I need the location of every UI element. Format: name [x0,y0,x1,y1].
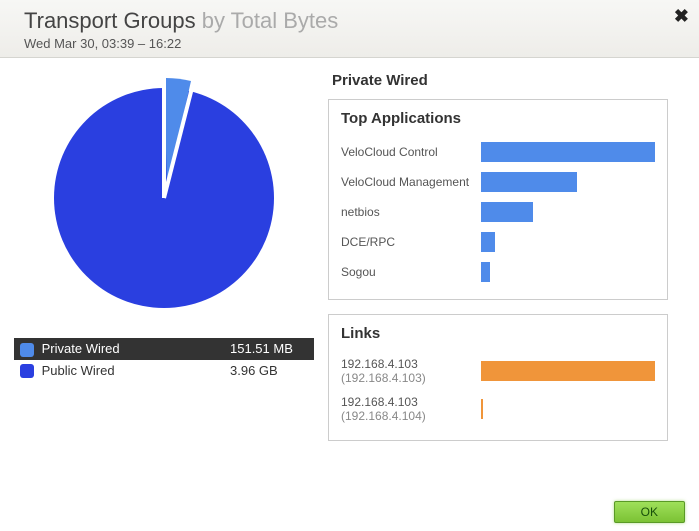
bar-track [481,361,655,381]
pie-chart[interactable] [14,68,314,338]
swatch-icon [20,343,34,357]
bar-track [481,142,655,162]
bar-row[interactable]: 192.168.4.103(192.168.4.104) [341,390,655,428]
bar-label: netbios [341,205,481,219]
bar-track [481,232,655,252]
bar-track [481,262,655,282]
title-main: Transport Groups [24,8,196,33]
legend-row-selected[interactable]: Private Wired 151.51 MB [14,338,314,360]
bar-label: 192.168.4.103(192.168.4.104) [341,395,481,424]
legend-name: Private Wired [42,341,120,356]
swatch-icon [20,364,34,378]
detail-title: Private Wired [332,72,668,89]
legend-value: 151.51 MB [224,338,314,360]
dialog-header: Transport Groups by Total Bytes Wed Mar … [0,0,699,58]
bar-row[interactable]: 192.168.4.103(192.168.4.103) [341,352,655,390]
bar-row[interactable]: VeloCloud Control [341,137,655,167]
legend-table: Private Wired 151.51 MB Public Wired 3.9… [14,338,314,381]
bar-track [481,399,655,419]
bar-fill [481,142,655,162]
bar-row[interactable]: Sogou [341,257,655,287]
top-applications-panel: Top Applications VeloCloud Control VeloCl… [328,99,668,300]
ok-button[interactable]: OK [614,501,685,523]
bar-fill [481,399,483,419]
bar-fill [481,172,577,192]
title-sub: by Total Bytes [202,8,339,33]
bar-fill [481,202,533,222]
dialog-title: Transport Groups by Total Bytes [24,8,683,34]
bar-row[interactable]: VeloCloud Management [341,167,655,197]
bar-track [481,202,655,222]
close-icon[interactable]: ✖ [674,6,689,27]
bar-label: Sogou [341,265,481,279]
dialog-subtitle: Wed Mar 30, 03:39 – 16:22 [24,36,683,51]
top-applications-title: Top Applications [341,110,655,127]
bar-label: 192.168.4.103(192.168.4.103) [341,357,481,386]
bar-label: DCE/RPC [341,235,481,249]
links-panel: Links 192.168.4.103(192.168.4.103) 192.16… [328,314,668,441]
legend-value: 3.96 GB [224,360,314,382]
bar-label: VeloCloud Management [341,175,481,189]
bar-fill [481,361,655,381]
dialog-footer: OK [614,501,685,523]
bar-row[interactable]: netbios [341,197,655,227]
bar-label: VeloCloud Control [341,145,481,159]
bar-track [481,172,655,192]
bar-row[interactable]: DCE/RPC [341,227,655,257]
legend-row[interactable]: Public Wired 3.96 GB [14,360,314,382]
bar-fill [481,262,490,282]
bar-fill [481,232,495,252]
legend-name: Public Wired [42,363,115,378]
links-title: Links [341,325,655,342]
